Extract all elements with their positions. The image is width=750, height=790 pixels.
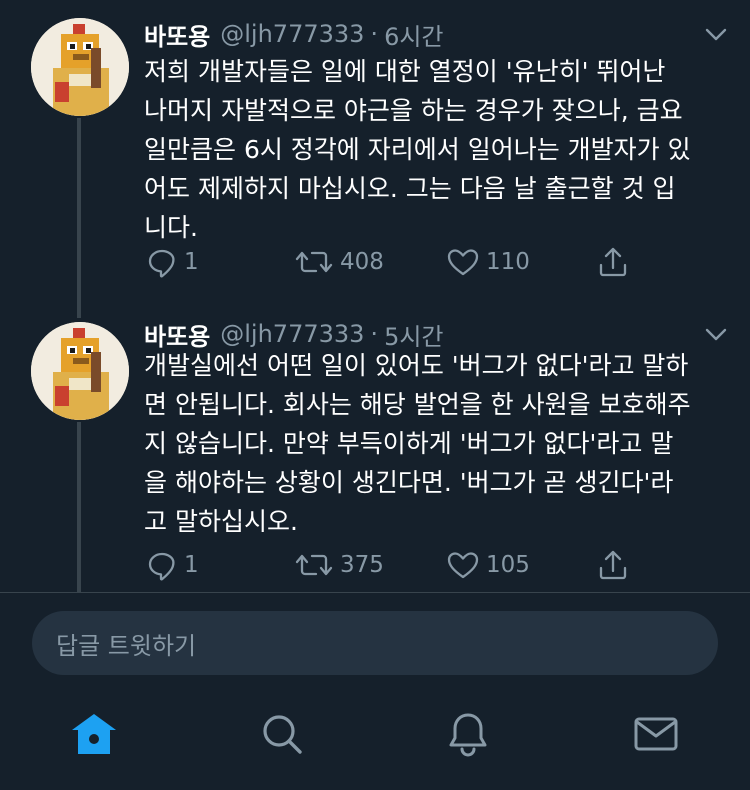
avatar[interactable] bbox=[31, 322, 129, 420]
tweet-actions: 1 408 110 bbox=[144, 242, 644, 282]
bottom-tab-bar bbox=[0, 690, 750, 790]
tweet-actions: 1 375 105 bbox=[144, 545, 644, 585]
thread-line bbox=[77, 118, 81, 300]
heart-icon bbox=[446, 549, 480, 581]
retweet-button[interactable]: 375 bbox=[294, 545, 384, 585]
chevron-down-icon[interactable] bbox=[702, 20, 730, 48]
share-button[interactable] bbox=[596, 242, 630, 282]
divider bbox=[0, 592, 750, 593]
tab-home[interactable] bbox=[70, 712, 118, 760]
heart-icon bbox=[446, 246, 480, 278]
reply-icon bbox=[146, 246, 178, 278]
tweet-text: 개발실에선 어떤 일이 있어도 '버그가 없다'라고 말하 면 안됩니다. 회사… bbox=[144, 351, 691, 536]
retweet-count: 375 bbox=[340, 552, 384, 578]
thread-line bbox=[77, 300, 81, 318]
tweet[interactable]: 바또용 @ljh777333 · 6시간 저희 개발자들은 일에 대한 열정이 … bbox=[0, 0, 750, 300]
share-icon bbox=[596, 245, 630, 279]
home-icon bbox=[70, 712, 118, 760]
tweet-header: 바또용 @ljh777333 · 6시간 bbox=[144, 14, 730, 54]
retweet-icon bbox=[294, 246, 334, 278]
user-handle[interactable]: @ljh777333 bbox=[220, 20, 364, 48]
chevron-down-icon[interactable] bbox=[702, 320, 730, 348]
tab-messages[interactable] bbox=[632, 712, 680, 760]
tab-notifications[interactable] bbox=[444, 712, 492, 760]
tweet[interactable]: 바또용 @ljh777333 · 5시간 개발실에선 어떤 일이 있어도 '버그… bbox=[0, 300, 750, 594]
messages-icon bbox=[633, 714, 679, 758]
like-count: 105 bbox=[486, 552, 530, 578]
reply-button[interactable]: 1 bbox=[146, 242, 199, 282]
reply-input[interactable]: 답글 트윗하기 bbox=[32, 611, 718, 675]
search-icon bbox=[260, 712, 304, 760]
tweet-text: 저희 개발자들은 일에 대한 열정이 '유난히' 뛰어난 나머지 자발적으로 야… bbox=[144, 57, 691, 242]
avatar-image bbox=[31, 18, 129, 116]
thread-line bbox=[77, 422, 81, 592]
timestamp[interactable]: 6시간 bbox=[384, 17, 443, 52]
retweet-icon bbox=[294, 549, 334, 581]
like-button[interactable]: 105 bbox=[446, 545, 530, 585]
retweet-button[interactable]: 408 bbox=[294, 242, 384, 282]
display-name[interactable]: 바또용 bbox=[144, 17, 210, 52]
like-count: 110 bbox=[486, 249, 530, 275]
notifications-icon bbox=[446, 711, 490, 761]
user-handle[interactable]: @ljh777333 bbox=[220, 320, 364, 348]
reply-button[interactable]: 1 bbox=[146, 545, 199, 585]
share-button[interactable] bbox=[596, 545, 630, 585]
tab-search[interactable] bbox=[258, 712, 306, 760]
reply-placeholder: 답글 트윗하기 bbox=[56, 631, 197, 660]
share-icon bbox=[596, 548, 630, 582]
separator-dot: · bbox=[370, 20, 379, 48]
like-button[interactable]: 110 bbox=[446, 242, 530, 282]
avatar[interactable] bbox=[31, 18, 129, 116]
reply-icon bbox=[146, 549, 178, 581]
retweet-count: 408 bbox=[340, 249, 384, 275]
reply-count: 1 bbox=[184, 249, 199, 275]
separator-dot: · bbox=[370, 320, 379, 348]
reply-count: 1 bbox=[184, 552, 199, 578]
avatar-image bbox=[31, 322, 129, 420]
